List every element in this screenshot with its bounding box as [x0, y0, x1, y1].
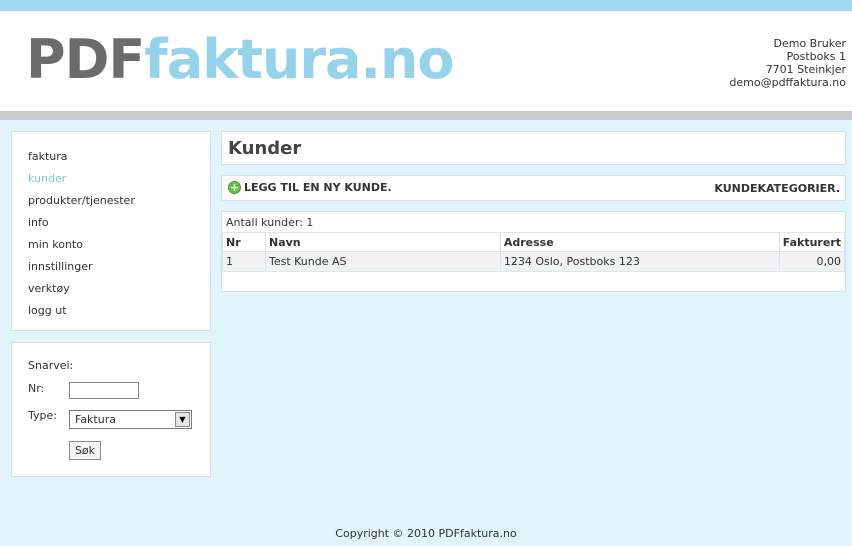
- sidebar-item-verktoy[interactable]: verktøy: [12, 278, 210, 300]
- customer-categories-link[interactable]: KUNDEKATEGORIER.: [714, 182, 840, 195]
- table-row[interactable]: 1 Test Kunde AS 1234 Oslo, Postboks 123 …: [222, 251, 846, 272]
- logo-faktura-text: faktura.no: [144, 28, 454, 91]
- company-info: Demo Bruker Postboks 1 7701 Steinkjer de…: [729, 37, 846, 89]
- sidebar-item-info[interactable]: info: [12, 212, 210, 234]
- action-bar: + LEGG TIL EN NY KUNDE. KUNDEKATEGORIER.: [221, 175, 846, 201]
- cell-nr: 1: [222, 251, 266, 272]
- cell-adresse: 1234 Oslo, Postboks 123: [499, 251, 780, 272]
- shortcut-title: Snarvei:: [28, 359, 74, 372]
- add-customer-label[interactable]: LEGG TIL EN NY KUNDE.: [244, 181, 392, 194]
- header: PDFfaktura.no Demo Bruker Postboks 1 770…: [0, 11, 852, 111]
- nr-label: Nr:: [28, 382, 45, 395]
- sidebar-item-min-konto[interactable]: min konto: [12, 234, 210, 256]
- sidebar-item-kunder[interactable]: kunder: [12, 168, 210, 190]
- sidebar-menu: faktura kunder produkter/tjenester info …: [11, 131, 211, 331]
- column-header-nr[interactable]: Nr: [222, 232, 266, 252]
- header-divider: [0, 111, 852, 120]
- logo[interactable]: PDFfaktura.no: [26, 33, 455, 87]
- column-header-navn[interactable]: Navn: [264, 232, 501, 252]
- footer-copyright: Copyright © 2010 PDFfaktura.no: [335, 527, 517, 540]
- type-label: Type:: [28, 409, 57, 422]
- sidebar-item-logg-ut[interactable]: logg ut: [12, 300, 210, 322]
- type-selected-value: Faktura: [75, 413, 116, 426]
- company-address: Postboks 1: [786, 50, 846, 63]
- customer-count: Antall kunder: 1: [226, 216, 314, 229]
- add-customer-link[interactable]: + LEGG TIL EN NY KUNDE.: [228, 181, 392, 194]
- sidebar-item-innstillinger[interactable]: innstillinger: [12, 256, 210, 278]
- company-email: demo@pdffaktura.no: [729, 76, 846, 89]
- column-header-fakturert[interactable]: Fakturert: [778, 232, 846, 252]
- customer-table: Nr Navn Adresse Fakturert 1 Test Kunde A…: [222, 232, 846, 272]
- page-title: Kunder: [228, 138, 302, 159]
- customer-table-panel: Antall kunder: 1 Nr Navn Adresse Fakture…: [221, 211, 846, 292]
- column-header-adresse[interactable]: Adresse: [499, 232, 780, 252]
- top-accent-strip: [0, 0, 852, 11]
- company-name: Demo Bruker: [773, 37, 847, 50]
- sidebar-item-faktura[interactable]: faktura: [12, 146, 210, 168]
- shortcut-panel: Snarvei: Nr: Type: Faktura ▼ Søk: [11, 342, 211, 477]
- search-button[interactable]: Søk: [69, 441, 101, 460]
- dropdown-arrow-icon[interactable]: ▼: [175, 412, 190, 427]
- table-header-row: Nr Navn Adresse Fakturert: [222, 232, 846, 252]
- logo-pdf-text: PDF: [26, 28, 145, 91]
- cell-fakturert: 0,00: [778, 251, 846, 272]
- company-city: 7701 Steinkjer: [765, 63, 846, 76]
- nr-input[interactable]: [69, 382, 139, 399]
- cell-navn[interactable]: Test Kunde AS: [264, 251, 501, 272]
- add-circle-icon[interactable]: +: [228, 181, 241, 194]
- title-panel: Kunder: [221, 131, 846, 165]
- sidebar-item-produkter[interactable]: produkter/tjenester: [12, 190, 210, 212]
- type-select[interactable]: Faktura ▼: [69, 410, 192, 429]
